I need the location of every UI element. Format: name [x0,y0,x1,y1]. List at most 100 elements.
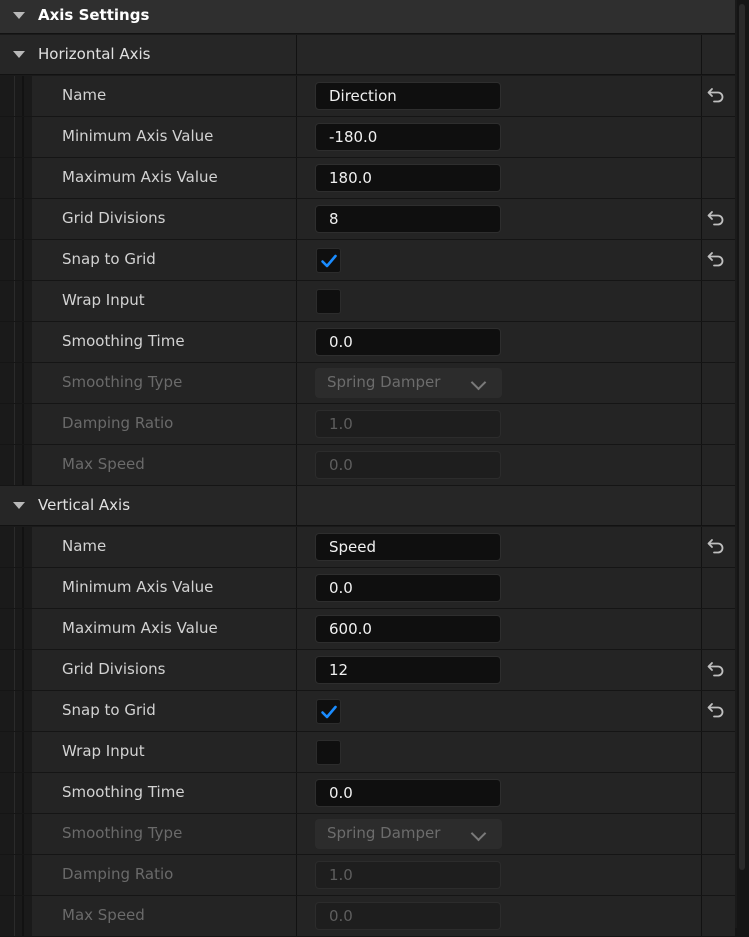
chevron-down-icon [470,825,487,842]
minimum-axis-value-input[interactable]: -180.0 [315,123,501,151]
property-name: Snap to Grid [62,250,156,268]
indent-gutter [0,691,32,731]
property-row-maximum-axis-value: Maximum Axis Value 600.0 [0,609,735,650]
column-divider[interactable] [296,691,297,731]
indent-gutter [0,650,32,690]
column-divider[interactable] [296,814,297,854]
column-divider[interactable] [296,445,297,485]
column-divider [701,773,702,813]
property-row-name: Name Direction [0,76,735,117]
maximum-axis-value-input[interactable]: 180.0 [315,164,501,192]
dropdown-value: Spring Damper [327,373,441,391]
column-divider[interactable] [296,896,297,936]
reset-to-default-icon[interactable] [707,538,725,558]
indent-line [22,281,24,321]
property-row-max-speed: Max Speed 0.0 [0,896,735,937]
grid-divisions-input[interactable]: 12 [315,656,501,684]
indent-line [14,404,15,444]
indent-gutter [0,281,32,321]
column-divider[interactable] [296,158,297,198]
property-name: Smoothing Type [62,824,183,842]
column-divider[interactable] [296,363,297,403]
column-divider[interactable] [296,281,297,321]
indent-line [22,404,24,444]
property-name: Max Speed [62,455,145,473]
indent-gutter [0,76,32,116]
reset-to-default-icon[interactable] [707,87,725,107]
indent-line [14,240,15,280]
caret-down-icon[interactable] [13,502,25,509]
indent-gutter [0,855,32,895]
scrollbar-thumb[interactable] [739,4,745,870]
indent-line [14,773,15,813]
column-divider [701,691,702,731]
minimum-axis-value-input[interactable]: 0.0 [315,574,501,602]
name-input[interactable]: Direction [315,82,501,110]
column-divider[interactable] [296,404,297,444]
column-divider [701,609,702,649]
reset-to-default-icon[interactable] [707,210,725,230]
column-divider[interactable] [296,486,297,525]
column-divider[interactable] [296,650,297,690]
column-divider[interactable] [296,240,297,280]
group-horizontal-axis[interactable]: Horizontal Axis [0,35,735,75]
indent-line [14,76,15,116]
indent-line [22,527,24,567]
caret-down-icon[interactable] [13,51,25,58]
indent-gutter [0,363,32,403]
name-input[interactable]: Speed [315,533,501,561]
column-divider[interactable] [296,732,297,772]
column-divider[interactable] [296,199,297,239]
column-divider[interactable] [296,322,297,362]
reset-to-default-icon[interactable] [707,702,725,722]
column-divider [701,281,702,321]
indent-line [22,158,24,198]
indent-line [14,363,15,403]
indent-gutter [0,240,32,280]
indent-line [22,199,24,239]
indent-line [22,650,24,690]
maximum-axis-value-input[interactable]: 600.0 [315,615,501,643]
grid-divisions-input[interactable]: 8 [315,205,501,233]
column-divider[interactable] [296,527,297,567]
column-divider[interactable] [296,35,297,74]
column-divider [701,363,702,403]
column-divider [701,814,702,854]
details-panel: Axis Settings Horizontal Axis Name Directi… [0,0,737,937]
indent-gutter [0,732,32,772]
group-title: Vertical Axis [38,496,131,514]
reset-to-default-icon[interactable] [707,251,725,271]
group-vertical-axis[interactable]: Vertical Axis [0,486,735,526]
property-name: Grid Divisions [62,209,166,227]
snap-to-grid-checkbox[interactable] [316,699,341,724]
dropdown-value: Spring Damper [327,824,441,842]
indent-line [22,773,24,813]
wrap-input-checkbox[interactable] [316,289,341,314]
property-row-name: Name Speed [0,527,735,568]
snap-to-grid-checkbox[interactable] [316,248,341,273]
column-divider[interactable] [296,117,297,157]
reset-to-default-icon[interactable] [707,661,725,681]
caret-down-icon[interactable] [13,12,25,19]
category-axis-settings[interactable]: Axis Settings [0,0,735,34]
wrap-input-checkbox[interactable] [316,740,341,765]
indent-line [22,363,24,403]
property-name: Damping Ratio [62,865,174,883]
indent-line [14,117,15,157]
column-divider[interactable] [296,76,297,116]
column-divider[interactable] [296,609,297,649]
property-row-wrap-input: Wrap Input [0,281,735,322]
column-divider [701,486,702,525]
property-row-maximum-axis-value: Maximum Axis Value 180.0 [0,158,735,199]
smoothing-time-input[interactable]: 0.0 [315,328,501,356]
property-name: Maximum Axis Value [62,619,218,637]
column-divider[interactable] [296,773,297,813]
property-row-max-speed: Max Speed 0.0 [0,445,735,486]
column-divider [701,158,702,198]
column-divider [701,117,702,157]
smoothing-time-input[interactable]: 0.0 [315,779,501,807]
indent-gutter [0,896,32,936]
column-divider[interactable] [296,568,297,608]
column-divider[interactable] [296,855,297,895]
indent-gutter [0,117,32,157]
